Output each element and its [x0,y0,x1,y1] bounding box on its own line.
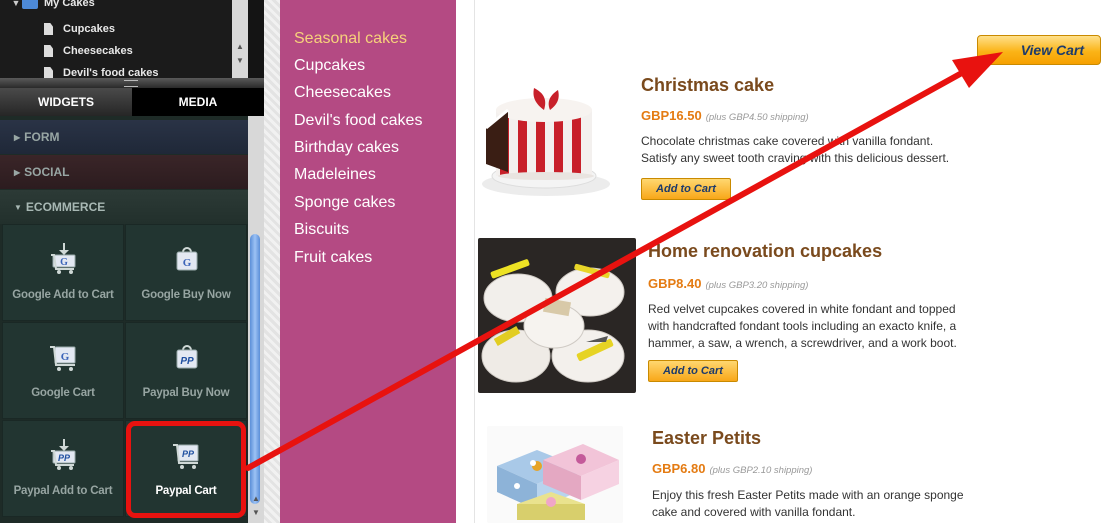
highlight-box [126,421,246,518]
tree-item-cheesecakes[interactable]: Cheesecakes [44,42,133,60]
google-buy-now-icon: G [176,247,198,271]
tree-scrollbar[interactable]: ▲ ▼ [232,0,248,78]
divider-stripe [264,0,280,523]
add-to-cart-button[interactable]: Add to Cart [641,178,731,200]
paypal-add-to-cart-icon: PP [51,439,76,470]
tab-media[interactable]: MEDIA [132,88,264,116]
menu-item-sponge-cakes[interactable]: Sponge cakes [294,194,395,212]
description-line: Chocolate christmas cake covered with va… [641,134,934,148]
scroll-down-icon[interactable]: ▼ [252,508,260,517]
folder-icon [22,0,38,9]
svg-text:PP: PP [180,356,194,367]
scroll-up-icon[interactable]: ▲ [252,494,260,503]
tree-item-my-cakes[interactable]: ▼ My Cakes [10,0,95,12]
expanded-arrow-icon: ▼ [14,202,22,212]
menu-item-fruit-cakes[interactable]: Fruit cakes [294,249,372,267]
product-title: Home renovation cupcakes [648,241,883,261]
description-line: Red velvet cupcakes covered in white fon… [648,302,956,316]
add-to-cart-button[interactable]: Add to Cart [648,360,738,382]
grip-icon [124,80,138,87]
menu-item-biscuits[interactable]: Biscuits [294,221,349,239]
widget-google-cart[interactable]: G Google Cart [2,322,124,419]
tree-item-label: My Cakes [44,0,95,9]
price-value: GBP8.40 [648,276,702,291]
page-icon [44,45,53,57]
panel-splitter[interactable] [0,78,264,88]
product-description: Red velvet cupcakes covered in white fon… [648,301,1008,352]
tree-item-label: Cheesecakes [63,45,133,57]
panel-tabs: WIDGETS MEDIA [0,88,264,116]
widget-google-buy-now[interactable]: G Google Buy Now [125,224,247,321]
svg-text:G: G [60,257,68,268]
product-title: Easter Petits [652,428,762,448]
category-menu: Seasonal cakes Cupcakes Cheesecakes Devi… [280,0,456,523]
description-line: with handcrafted fondant tools including… [648,319,957,333]
widget-label: Paypal Buy Now [142,387,230,399]
scroll-thumb[interactable] [250,234,260,504]
google-add-to-cart-icon: G [51,243,76,274]
collapsed-arrow-icon: ▶ [14,132,21,142]
product-title: Christmas cake [641,75,775,95]
section-form[interactable]: ▶ FORM [0,120,248,154]
section-label: SOCIAL [24,165,70,179]
description-line: Enjoy this fresh Easter Petits made with… [652,488,964,502]
section-ecommerce[interactable]: ▼ ECOMMERCE [0,190,248,224]
svg-text:G: G [183,257,192,269]
menu-item-cupcakes[interactable]: Cupcakes [294,57,365,75]
product-description: Enjoy this fresh Easter Petits made with… [652,487,1012,521]
widget-label: Google Add to Cart [12,289,114,301]
price-value: GBP6.80 [652,461,706,476]
shipping-note: (plus GBP3.20 shipping) [705,280,809,291]
widget-label: Google Cart [31,387,95,399]
product-price: GBP6.80 (plus GBP2.10 shipping) [652,461,812,476]
collapsed-arrow-icon: ▶ [14,167,21,177]
content-margin [456,0,475,523]
svg-text:PP: PP [58,453,71,463]
christmas-cake-image [478,72,616,198]
tree-item-label: Cupcakes [63,23,115,35]
paypal-buy-now-icon: PP [176,345,198,369]
menu-item-devils-food-cakes[interactable]: Devil's food cakes [294,112,422,130]
menu-item-madeleines[interactable]: Madeleines [294,166,376,184]
tree-item-cupcakes[interactable]: Cupcakes [44,20,115,38]
description-line: hammer, a saw, a wrench, a screwdriver, … [648,336,957,350]
easter-petits-image [487,426,623,523]
product-price: GBP8.40 (plus GBP3.20 shipping) [648,276,808,291]
section-label: FORM [24,130,60,144]
svg-text:G: G [61,351,70,363]
shipping-note: (plus GBP4.50 shipping) [705,112,809,123]
expand-arrow-icon[interactable]: ▼ [10,0,22,8]
page-icon [44,23,53,35]
product-price: GBP16.50 (plus GBP4.50 shipping) [641,108,809,123]
description-line: cake and covered with vanilla fondant. [652,505,856,519]
menu-item-birthday-cakes[interactable]: Birthday cakes [294,139,399,157]
product-description: Chocolate christmas cake covered with va… [641,133,981,167]
google-cart-icon: G [50,346,76,371]
home-renovation-cupcakes-image [478,238,636,393]
tab-widgets[interactable]: WIDGETS [0,88,132,116]
shipping-note: (plus GBP2.10 shipping) [709,465,813,476]
menu-item-seasonal-cakes[interactable]: Seasonal cakes [294,30,407,48]
widget-paypal-add-to-cart[interactable]: PP Paypal Add to Cart [2,420,124,517]
section-label: ECOMMERCE [25,200,106,214]
page-tree: ▼ My Cakes Cupcakes Cheesecakes Devil's … [0,0,248,79]
menu-item-cheesecakes[interactable]: Cheesecakes [294,84,391,102]
widget-label: Google Buy Now [141,289,231,301]
widget-label: Paypal Add to Cart [13,485,113,497]
widgets-scrollbar[interactable]: ▲ ▼ [248,116,264,523]
scroll-up-icon[interactable]: ▲ [236,42,244,51]
widget-google-add-to-cart[interactable]: G Google Add to Cart [2,224,124,321]
widget-paypal-buy-now[interactable]: PP Paypal Buy Now [125,322,247,419]
view-cart-button[interactable]: View Cart [977,35,1101,65]
description-line: Satisfy any sweet tooth craving with thi… [641,151,950,165]
editor-panel: ▼ My Cakes Cupcakes Cheesecakes Devil's … [0,0,264,523]
section-social[interactable]: ▶ SOCIAL [0,155,248,189]
price-value: GBP16.50 [641,108,702,123]
scroll-down-icon[interactable]: ▼ [236,56,244,65]
